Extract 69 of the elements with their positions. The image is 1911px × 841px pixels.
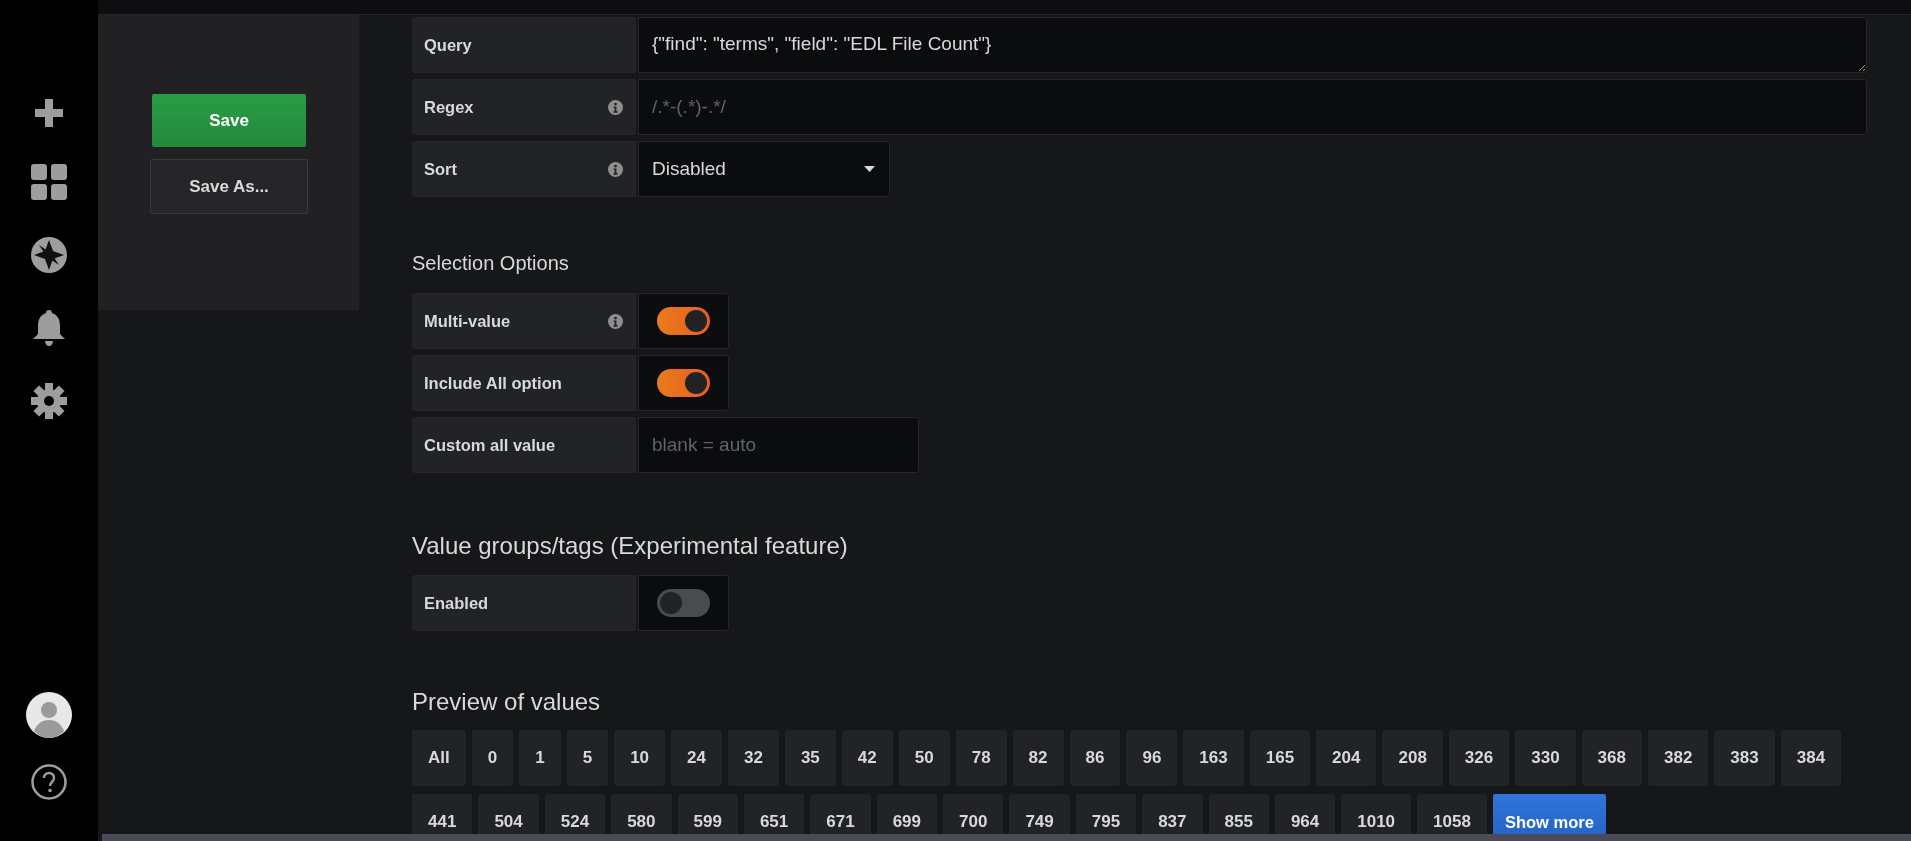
value-chip: 749 xyxy=(1009,794,1070,834)
toggle-switch[interactable] xyxy=(657,369,710,397)
value-chip: 330 xyxy=(1515,730,1576,786)
value-chip: 78 xyxy=(955,730,1007,786)
save-as-button[interactable]: Save As... xyxy=(150,159,308,214)
value-chip: 700 xyxy=(943,794,1004,834)
value-chip: 35 xyxy=(784,730,836,786)
bell-icon[interactable] xyxy=(33,310,65,346)
toggle-switch[interactable] xyxy=(657,307,710,335)
save-button[interactable]: Save xyxy=(152,94,306,147)
value-chip: 0 xyxy=(471,730,514,786)
sort-dropdown[interactable]: Disabled xyxy=(638,141,890,197)
field-label: Custom all value xyxy=(424,435,556,455)
value-chip: 96 xyxy=(1126,730,1178,786)
field-label: Enabled xyxy=(424,593,489,613)
value-chip: 651 xyxy=(743,794,805,834)
value-chip: 82 xyxy=(1012,730,1064,786)
value-chip: 204 xyxy=(1316,730,1377,786)
section-heading: Preview of values xyxy=(412,687,602,717)
value-chip: 42 xyxy=(841,730,893,786)
value-chip: 580 xyxy=(611,794,672,834)
value-chip: 5 xyxy=(566,730,609,786)
value-chip: 208 xyxy=(1382,730,1443,786)
field-label: Sort xyxy=(424,159,457,179)
value-chip: 384 xyxy=(1780,730,1842,786)
value-chip: 599 xyxy=(677,794,738,834)
compass-icon[interactable] xyxy=(31,237,67,273)
value-chip: 32 xyxy=(728,730,779,786)
value-chip: 10 xyxy=(614,730,666,786)
input-field[interactable]: /.*-(.*)-.*/ xyxy=(638,79,1867,135)
caret-icon xyxy=(864,166,875,172)
field-label: Include All option xyxy=(424,373,562,393)
gear-icon[interactable] xyxy=(31,383,67,419)
value-chip: All xyxy=(412,730,466,786)
value-chip: 326 xyxy=(1448,730,1510,786)
value-chip: 163 xyxy=(1183,730,1244,786)
section-heading: Value groups/tags (Experimental feature) xyxy=(412,532,849,560)
value-chip: 165 xyxy=(1249,730,1311,786)
value-chip: 504 xyxy=(478,794,539,834)
plus-icon[interactable] xyxy=(35,99,63,127)
value-chip: 86 xyxy=(1069,730,1121,786)
value-chip: 1058 xyxy=(1417,794,1487,834)
input-field[interactable]: blank = auto xyxy=(638,417,919,473)
value-chip: 382 xyxy=(1648,730,1709,786)
value-chip: 964 xyxy=(1274,794,1336,834)
field-label: Regex xyxy=(424,97,474,117)
section-heading: Selection Options xyxy=(412,251,570,276)
field-label: Multi-value xyxy=(424,311,511,331)
value-chip: 671 xyxy=(810,794,871,834)
value-chip: 50 xyxy=(898,730,950,786)
value-chip: 383 xyxy=(1714,730,1775,786)
toggle-switch[interactable] xyxy=(657,589,710,617)
value-chip: 24 xyxy=(671,730,722,786)
query-field[interactable]: {"find": "terms", "field": "EDL File Count"} xyxy=(638,17,1867,73)
value-chip: 441 xyxy=(412,794,473,834)
field-label: Query xyxy=(424,35,472,55)
grid-icon[interactable] xyxy=(31,164,67,200)
value-chip: 368 xyxy=(1581,730,1642,786)
value-chip: 855 xyxy=(1208,794,1269,834)
value-chip: 1 xyxy=(519,730,561,786)
value-chip: 1010 xyxy=(1341,794,1412,834)
value-chip: 699 xyxy=(876,794,937,834)
help-icon[interactable] xyxy=(31,764,67,800)
value-chip: 795 xyxy=(1075,794,1137,834)
avatar[interactable] xyxy=(26,692,72,738)
value-chip: 837 xyxy=(1142,794,1203,834)
value-chip: 524 xyxy=(544,794,606,834)
show-more-button[interactable]: Show more xyxy=(1492,794,1606,834)
horizontal-scrollbar[interactable] xyxy=(102,834,1911,841)
